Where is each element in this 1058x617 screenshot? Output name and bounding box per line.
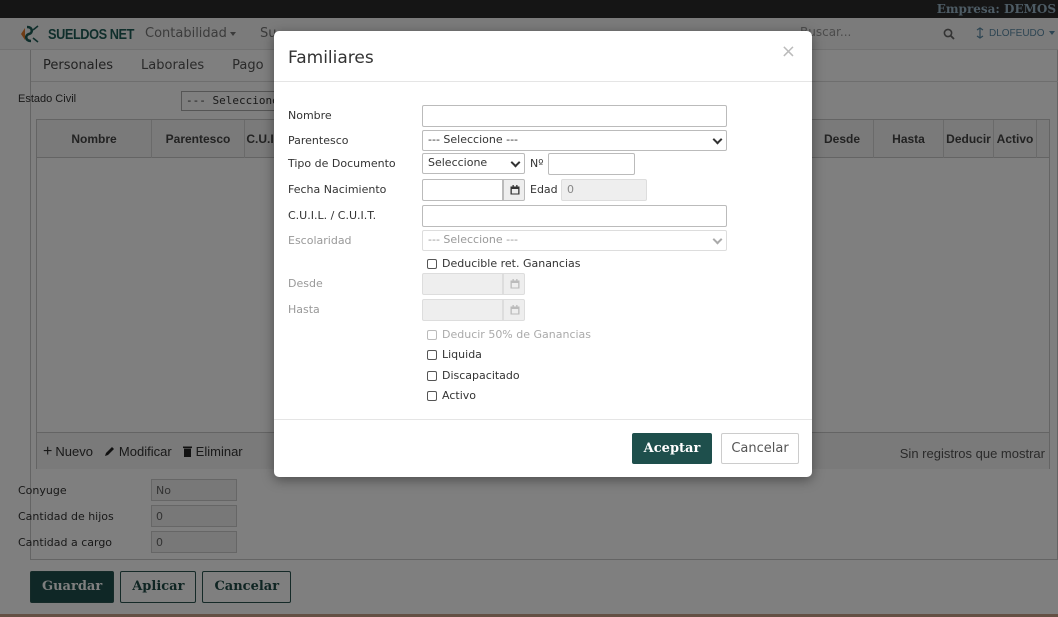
cuil-label: C.U.I.L. / C.U.I.T. (288, 209, 377, 222)
chevron-down-icon (712, 234, 723, 245)
calendar-icon (510, 305, 520, 315)
liquida-checkbox[interactable]: Liquida (427, 348, 482, 361)
close-icon[interactable]: × (781, 43, 796, 61)
deducir-50-checkbox: Deducir 50% de Ganancias (427, 328, 591, 341)
cuil-input[interactable] (422, 205, 727, 227)
liquida-label: Liquida (442, 348, 482, 361)
hasta-input (422, 299, 503, 321)
numero-input[interactable] (548, 153, 635, 175)
activo-label: Activo (442, 389, 476, 402)
hasta-calendar-button (503, 299, 525, 321)
tipo-documento-label: Tipo de Documento (288, 157, 396, 170)
checkbox-box (427, 258, 437, 269)
discapacitado-checkbox[interactable]: Discapacitado (427, 369, 520, 382)
modal-header-divider (274, 81, 812, 82)
escolaridad-label: Escolaridad (288, 234, 352, 247)
fecha-nacimiento-calendar-button[interactable] (503, 179, 525, 201)
tipo-documento-select[interactable]: Seleccione (422, 153, 525, 174)
deducible-label: Deducible ret. Ganancias (442, 257, 581, 270)
calendar-icon (510, 279, 520, 289)
escolaridad-select: --- Seleccione --- (422, 230, 727, 251)
tipo-documento-value: Seleccione (428, 156, 488, 169)
aceptar-button[interactable]: Aceptar (632, 433, 712, 464)
escolaridad-value: --- Seleccione --- (428, 233, 519, 246)
checkbox-box (427, 329, 437, 340)
edad-label: Edad (530, 183, 558, 196)
parentesco-value: --- Seleccione --- (428, 133, 519, 146)
deducible-checkbox[interactable]: Deducible ret. Ganancias (427, 257, 580, 270)
checkbox-box (427, 349, 437, 360)
hasta-label: Hasta (288, 303, 320, 316)
parentesco-label: Parentesco (288, 134, 349, 147)
desde-label: Desde (288, 277, 323, 290)
desde-calendar-button (503, 273, 525, 295)
parentesco-select[interactable]: --- Seleccione --- (422, 130, 727, 151)
chevron-down-icon (510, 157, 521, 168)
fecha-nacimiento-input[interactable] (422, 179, 503, 201)
activo-checkbox[interactable]: Activo (427, 389, 476, 402)
nombre-input[interactable] (422, 105, 727, 127)
familiares-modal: Familiares × Nombre Parentesco --- Selec… (274, 31, 812, 477)
checkbox-box (427, 390, 437, 401)
fecha-nacimiento-label: Fecha Nacimiento (288, 183, 387, 196)
cancelar-button[interactable]: Cancelar (721, 433, 799, 464)
edad-input: 0 (561, 179, 647, 201)
modal-footer-divider (274, 419, 812, 420)
numero-label: Nº (530, 157, 544, 170)
checkbox-box (427, 370, 437, 381)
desde-input (422, 273, 503, 295)
modal-title: Familiares (288, 48, 374, 68)
nombre-label: Nombre (288, 109, 332, 122)
discapacitado-label: Discapacitado (442, 369, 520, 382)
deducir-50-label: Deducir 50% de Ganancias (442, 328, 592, 341)
calendar-icon (510, 185, 520, 195)
chevron-down-icon (712, 134, 723, 145)
